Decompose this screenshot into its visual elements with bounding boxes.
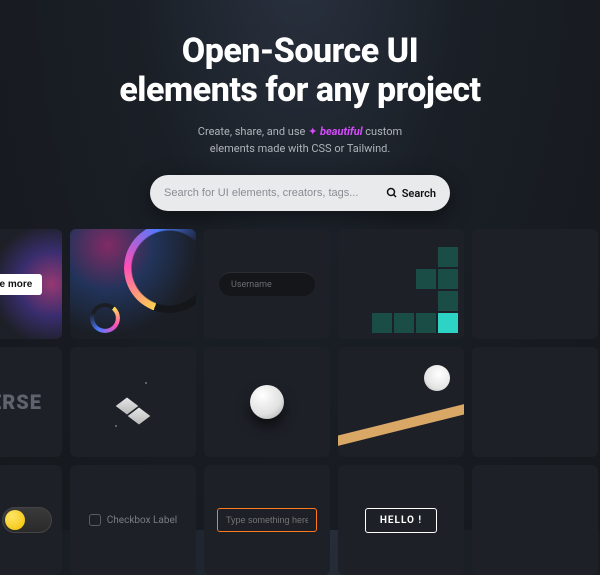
card-ramp[interactable]	[338, 347, 464, 457]
search-button[interactable]: Search	[386, 187, 436, 200]
sparkle-icon: ✦	[308, 125, 320, 138]
card-toggle[interactable]	[0, 465, 62, 575]
checkbox-input[interactable]	[89, 514, 101, 526]
username-field[interactable]: Username	[219, 272, 315, 296]
text-input[interactable]	[217, 508, 317, 532]
blocks-grid-icon	[372, 247, 458, 333]
seemore-button[interactable]: ee more	[0, 274, 42, 295]
card-text-input[interactable]	[204, 465, 330, 575]
toggle-knob-icon	[5, 510, 25, 530]
erse-text: ERSE	[0, 390, 42, 414]
search-input[interactable]	[164, 187, 386, 199]
page-title: Open-Source UI elements for any project	[0, 32, 600, 110]
card-blocks[interactable]	[338, 229, 464, 339]
subtitle: Create, share, and use ✦ beautiful custo…	[0, 124, 600, 157]
ball-icon	[424, 365, 450, 391]
sphere-icon	[250, 385, 284, 419]
card-hello[interactable]: HELLO !	[338, 465, 464, 575]
title-line-1: Open-Source UI	[182, 31, 418, 71]
card-cubes[interactable]	[70, 347, 196, 457]
hello-button[interactable]: HELLO !	[365, 508, 437, 533]
card-gradient-rings[interactable]	[70, 229, 196, 339]
card-erse[interactable]: ERSE	[0, 347, 62, 457]
subtitle-highlight: beautiful	[320, 125, 363, 138]
ring-small-icon	[90, 303, 120, 333]
title-line-2: elements for any project	[119, 70, 480, 110]
toggle-switch[interactable]	[2, 507, 52, 533]
card-sphere[interactable]	[204, 347, 330, 457]
search-bar[interactable]: Search	[150, 175, 450, 211]
card-seemore[interactable]: ee more	[0, 229, 62, 339]
card-username-input[interactable]: Username	[204, 229, 330, 339]
ramp-icon	[338, 401, 464, 447]
card-checkbox[interactable]: Checkbox Label	[70, 465, 196, 575]
card-empty-1[interactable]	[472, 229, 598, 339]
card-empty-2[interactable]	[472, 347, 598, 457]
search-icon	[386, 187, 398, 199]
checkbox-label: Checkbox Label	[107, 515, 177, 526]
ring-large-icon	[124, 229, 196, 313]
card-empty-3[interactable]	[472, 465, 598, 575]
dot-icon	[115, 425, 117, 427]
dot-icon	[145, 382, 147, 384]
